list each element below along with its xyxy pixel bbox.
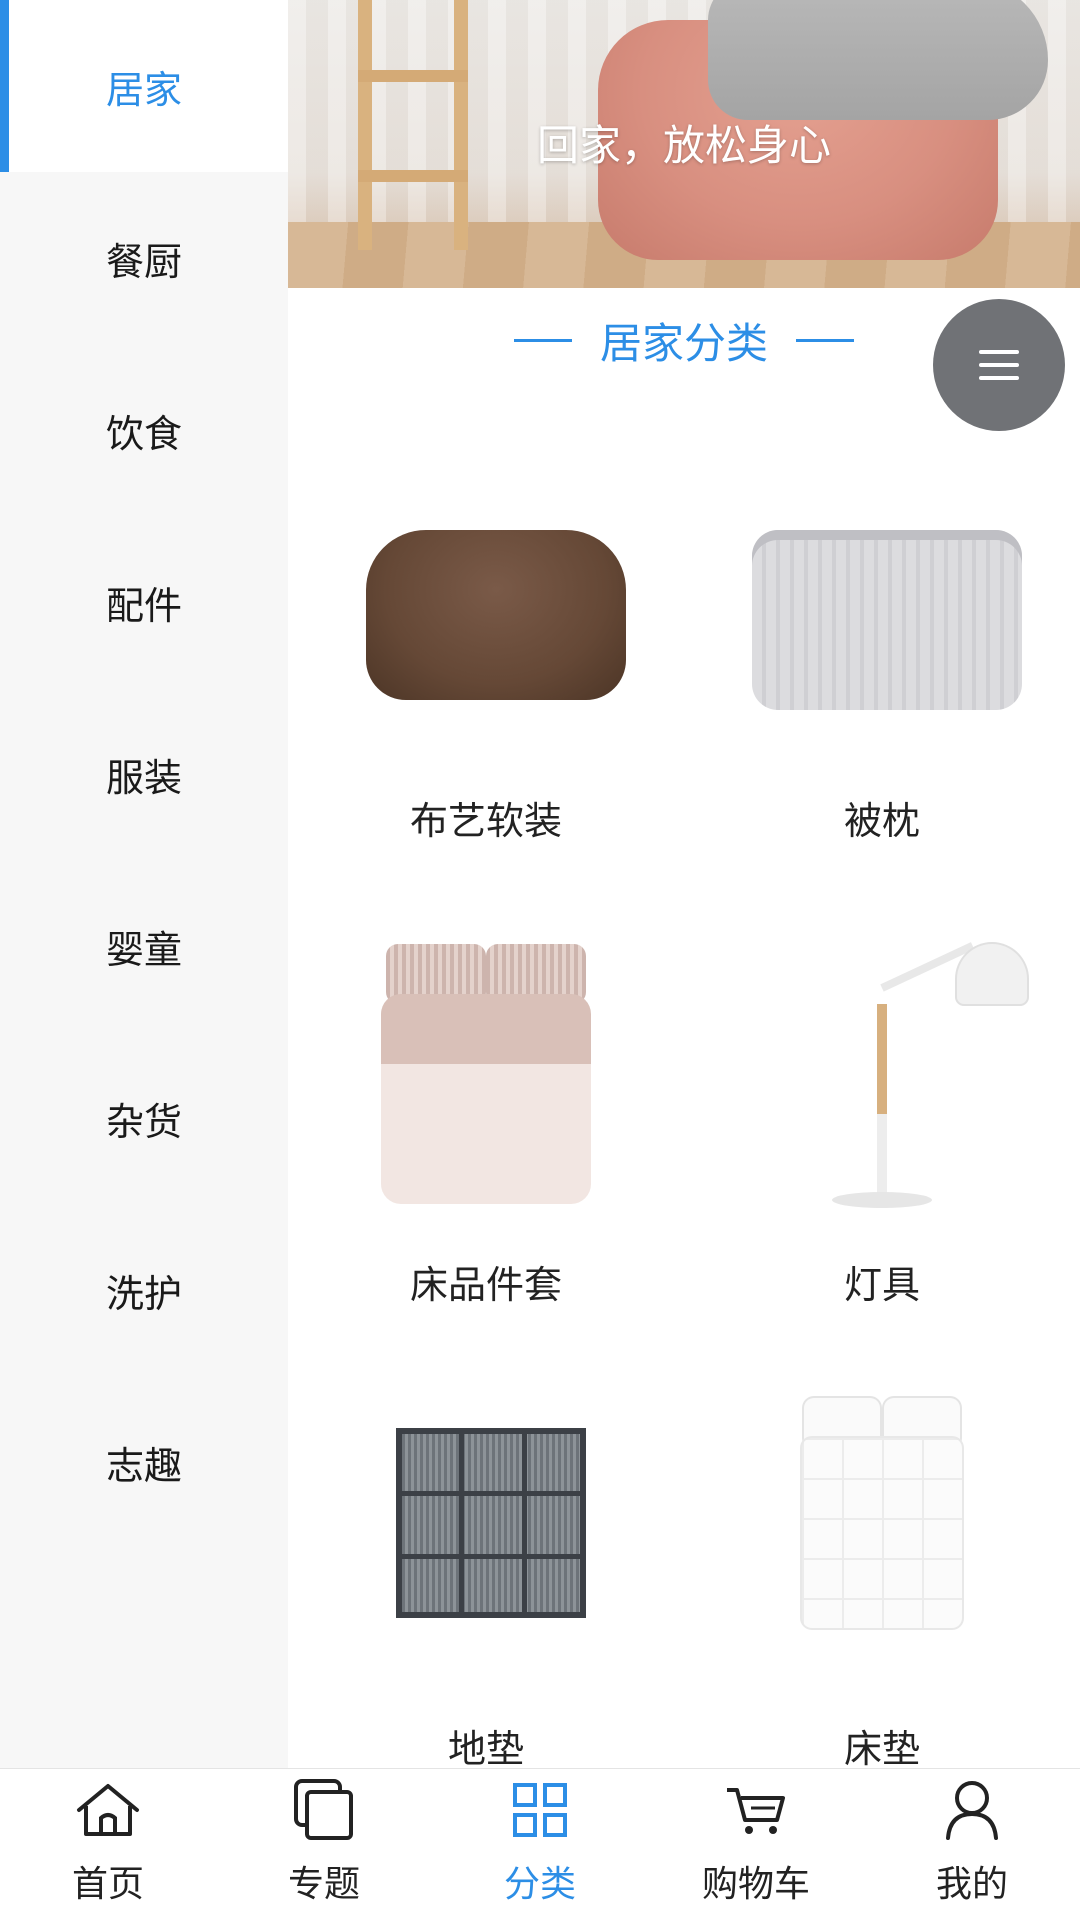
cart-icon [716,1775,796,1845]
sidebar-item-label: 配件 [105,583,182,628]
user-icon [932,1775,1012,1845]
sidebar-item-hobbies[interactable]: 志趣 [0,1376,288,1548]
tab-category[interactable]: 分类 [432,1769,648,1920]
floor-mat-image [336,1388,636,1668]
category-item[interactable]: 地垫 [288,1368,684,1768]
category-item[interactable]: 床垫 [684,1368,1080,1768]
tab-label: 我的 [935,1864,1008,1905]
category-label: 床垫 [843,1727,920,1768]
sidebar-item-care[interactable]: 洗护 [0,1204,288,1376]
category-item[interactable]: 灯具 [684,904,1080,1364]
category-label: 布艺软装 [409,799,562,843]
tab-home[interactable]: 首页 [0,1769,216,1920]
sidebar-item-goods[interactable]: 杂货 [0,1032,288,1204]
section-title-text: 居家分类 [599,318,768,368]
category-content: 回家，放松身心 居家分类 布艺软装 被枕 床品件套 灯具 地垫 床垫 [288,0,1080,1768]
sidebar-item-home-living[interactable]: 居家 [0,0,288,172]
category-label: 地垫 [447,1727,524,1768]
menu-icon [979,350,1019,354]
bottom-tab-bar: 首页 专题 分类 购物车 我的 [0,1768,1080,1920]
sidebar-item-label: 洗护 [105,1271,182,1316]
category-sidebar: 居家 餐厨 饮食 配件 服装 婴童 杂货 洗护 志趣 [0,0,288,1768]
tab-label: 购物车 [701,1864,810,1905]
sidebar-item-apparel[interactable]: 服装 [0,688,288,860]
sidebar-item-label: 服装 [105,755,182,800]
title-dash-right [796,338,854,342]
sidebar-item-food[interactable]: 饮食 [0,344,288,516]
sidebar-item-label: 居家 [105,67,182,112]
sidebar-item-label: 杂货 [105,1099,182,1144]
tab-profile[interactable]: 我的 [864,1769,1080,1920]
sidebar-item-label: 餐厨 [105,239,182,284]
sidebar-item-baby[interactable]: 婴童 [0,860,288,1032]
sidebar-item-label: 志趣 [105,1443,182,1488]
mattress-image [732,1388,1032,1668]
sidebar-item-accessories[interactable]: 配件 [0,516,288,688]
sidebar-item-label: 婴童 [105,927,182,972]
category-icon [500,1775,580,1845]
category-item[interactable]: 床品件套 [288,904,684,1364]
tab-label: 首页 [71,1864,144,1905]
sidebar-item-label: 饮食 [105,411,182,456]
pouf-image [336,460,636,740]
sidebar-item-kitchen[interactable]: 餐厨 [0,172,288,344]
topics-icon [284,1775,364,1845]
lamp-image [732,924,1032,1208]
title-dash-left [513,338,572,342]
category-label: 床品件套 [409,1263,562,1307]
banner-person [708,0,1048,120]
floating-menu-button[interactable] [933,299,1065,431]
home-icon [68,1775,148,1845]
banner-slogan: 回家，放松身心 [536,121,831,170]
tab-label: 分类 [503,1864,576,1905]
quilt-image [732,460,1032,740]
bedding-set-image [336,924,636,1204]
tab-topics[interactable]: 专题 [216,1769,432,1920]
tab-cart[interactable]: 购物车 [648,1769,864,1920]
category-banner[interactable]: 回家，放松身心 [288,0,1080,288]
category-label: 灯具 [843,1263,920,1307]
tab-label: 专题 [287,1864,360,1905]
category-item[interactable]: 布艺软装 [288,440,684,900]
category-item[interactable]: 被枕 [684,440,1080,900]
category-label: 被枕 [843,799,920,843]
